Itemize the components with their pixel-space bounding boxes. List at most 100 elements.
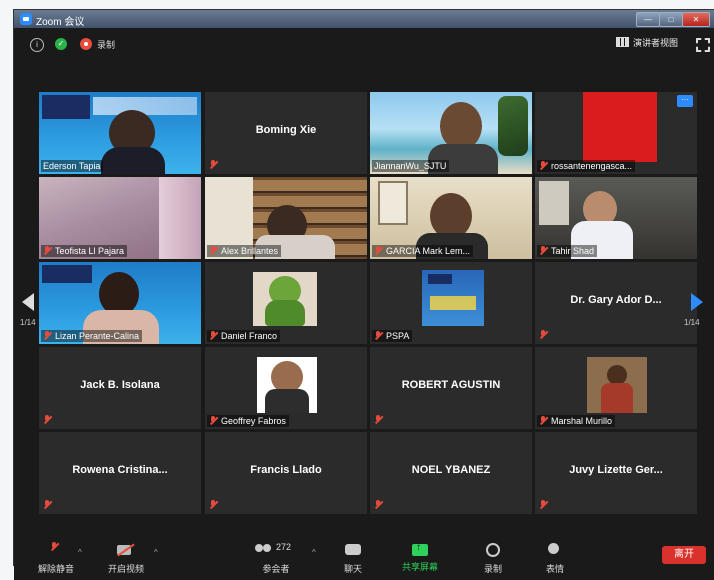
video-tile[interactable]: PSPA [370, 262, 532, 344]
audio-options-caret-icon[interactable]: ^ [78, 548, 82, 557]
participant-name: NOEL YBANEZ [411, 464, 491, 476]
participant-name: Rowena Cristina... [72, 464, 168, 476]
participant-name: Daniel Franco [207, 330, 281, 342]
participant-name: GARCIA Mark Lem... [372, 245, 474, 257]
unmute-label: 解除静音 [37, 564, 74, 574]
video-options-caret-icon[interactable]: ^ [154, 548, 158, 557]
muted-mic-icon [374, 415, 383, 424]
maximize-button[interactable]: □ [659, 12, 683, 27]
shield-icon[interactable]: ✓ [55, 38, 67, 50]
chat-label: 聊天 [343, 564, 362, 574]
participant-name: JiannanWu_SJTU [372, 160, 450, 172]
zoom-logo-icon [20, 13, 32, 25]
participant-name: ROBERT AGUSTIN [401, 379, 501, 391]
muted-mic-icon [539, 500, 548, 509]
video-tile[interactable]: GARCIA Mark Lem... [370, 177, 532, 259]
page-indicator-right: 1/14 [684, 318, 700, 327]
unmute-button[interactable]: 解除静音 [36, 542, 76, 575]
title-bar: Zoom 会议 — □ ✕ [14, 10, 714, 28]
participant-name: Geoffrey Fabros [207, 415, 289, 427]
muted-microphone-icon [50, 542, 62, 558]
chat-bubble-icon [345, 542, 361, 558]
participant-name: Boming Xie [255, 124, 317, 136]
video-tile[interactable]: Marshal Murillo [535, 347, 697, 429]
muted-mic-icon [209, 160, 218, 169]
video-tile[interactable]: NOEL YBANEZ [370, 432, 532, 514]
participant-name: PSPA [372, 330, 413, 342]
participant-name: Lizan Perante-Calina [41, 330, 143, 342]
start-video-label: 开启视频 [107, 564, 144, 574]
video-tile[interactable]: Ederson Tapia [39, 92, 201, 174]
share-screen-icon [412, 542, 428, 556]
share-screen-label: 共享屏幕 [401, 562, 438, 572]
participant-name: rossantenengasca... [537, 160, 636, 172]
participant-count: 272 [276, 542, 292, 552]
speaker-view-button[interactable]: 演讲者视图 [616, 36, 678, 49]
muted-mic-icon [374, 246, 383, 255]
participant-name: Tahir Shad [537, 245, 598, 257]
record-button[interactable]: 录制 [480, 542, 506, 575]
video-tile[interactable]: Rowena Cristina... [39, 432, 201, 514]
reactions-label: 表情 [545, 564, 564, 574]
close-button[interactable]: ✕ [682, 12, 710, 27]
record-icon [80, 38, 92, 50]
muted-mic-icon [374, 500, 383, 509]
previous-page-arrow-icon[interactable] [22, 293, 34, 311]
muted-mic-icon [374, 331, 383, 340]
page-indicator-left: 1/14 [20, 318, 36, 327]
video-tile[interactable]: Geoffrey Fabros [205, 347, 367, 429]
participants-caret-icon[interactable]: ^ [312, 548, 316, 557]
record-circle-icon [486, 542, 500, 558]
video-tile[interactable]: ROBERT AGUSTIN [370, 347, 532, 429]
participant-name: Jack B. Isolana [80, 379, 160, 391]
participant-name: Teofista Ll Pajara [41, 245, 128, 257]
participant-name: Juvy Lizette Ger... [569, 464, 663, 476]
video-tile[interactable]: Juvy Lizette Ger... [535, 432, 697, 514]
more-options-icon[interactable]: ··· [677, 95, 693, 107]
leave-meeting-button[interactable]: 离开 [662, 546, 706, 564]
video-tile[interactable]: ··· rossantenengasca... [535, 92, 697, 174]
video-tile[interactable]: Dr. Gary Ador D... [535, 262, 697, 344]
recording-label: 录制 [97, 40, 116, 50]
participant-name: Ederson Tapia [41, 160, 104, 172]
view-grid-icon [616, 37, 629, 47]
participants-icon: 272 [251, 542, 301, 558]
video-tile[interactable]: Teofista Ll Pajara [39, 177, 201, 259]
participant-name: Alex Brillantes [207, 245, 282, 257]
participant-name: Francis Llado [250, 464, 322, 476]
zoom-window: Zoom 会议 — □ ✕ i ✓ 录制 演讲者视图 Ederson Tapia… [14, 10, 714, 580]
emoji-icon [547, 542, 563, 558]
video-tile[interactable]: Jack B. Isolana [39, 347, 201, 429]
record-label: 录制 [483, 564, 502, 574]
chat-button[interactable]: 聊天 [338, 542, 368, 575]
next-page-arrow-icon[interactable] [691, 293, 703, 311]
participants-button[interactable]: 272 参会者 [250, 542, 302, 575]
minimize-button[interactable]: — [636, 12, 660, 27]
participant-name: Marshal Murillo [537, 415, 616, 427]
share-screen-button[interactable]: 共享屏幕 [400, 542, 440, 573]
muted-mic-icon [539, 246, 548, 255]
video-tile[interactable]: Alex Brillantes [205, 177, 367, 259]
participants-label: 参会者 [262, 564, 290, 574]
muted-mic-icon [539, 161, 548, 170]
speaker-view-label: 演讲者视图 [633, 38, 679, 48]
fullscreen-icon[interactable] [696, 38, 710, 52]
video-tile[interactable]: Boming Xie [205, 92, 367, 174]
video-tile-active-speaker[interactable]: JiannanWu_SJTU [370, 92, 532, 174]
video-tile[interactable]: Daniel Franco [205, 262, 367, 344]
window-title: Zoom 会议 [36, 17, 85, 28]
video-off-icon [117, 542, 135, 558]
muted-mic-icon [43, 500, 52, 509]
info-icon[interactable]: i [30, 38, 44, 52]
muted-mic-icon [43, 415, 52, 424]
video-tile[interactable]: Tahir Shad [535, 177, 697, 259]
start-video-button[interactable]: 开启视频 [106, 542, 146, 575]
video-tile[interactable]: Lizan Perante-Calina [39, 262, 201, 344]
muted-mic-icon [43, 331, 52, 340]
participant-name: Dr. Gary Ador D... [570, 294, 662, 306]
reactions-button[interactable]: 表情 [542, 542, 568, 575]
muted-mic-icon [209, 246, 218, 255]
muted-mic-icon [209, 416, 218, 425]
meeting-toolbar: 解除静音 ^ 开启视频 ^ 272 参会者 ^ 聊天 共享屏幕 录制 表情 离开 [14, 540, 714, 580]
video-tile[interactable]: Francis Llado [205, 432, 367, 514]
